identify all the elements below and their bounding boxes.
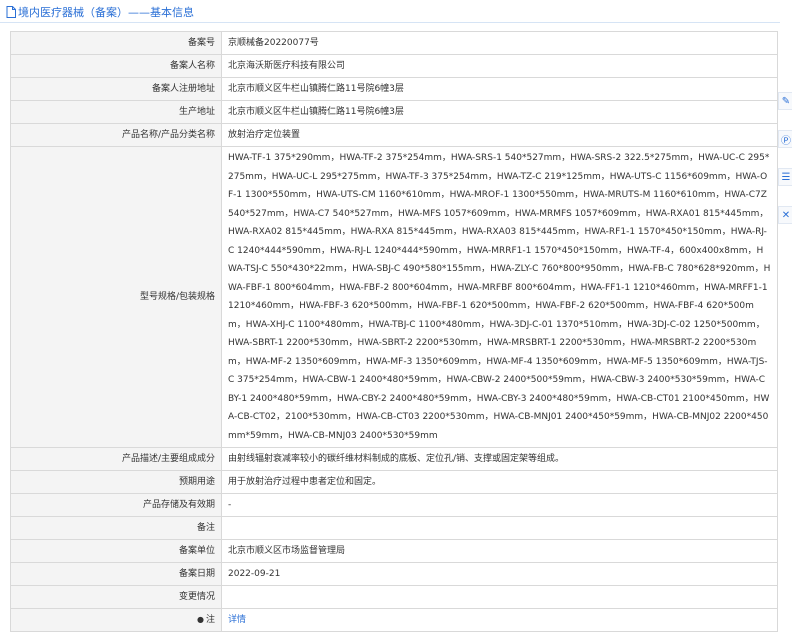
row-value: 由射线辐射衰减率较小的碳纤维材料制成的底板、定位孔/销、支撑或固定架等组成。 (221, 447, 778, 471)
row-label: 备注 (10, 516, 222, 540)
row-value: 北京市顺义区牛栏山镇腾仁路11号院6幢3层 (221, 77, 778, 101)
table-row: 型号规格/包装规格 HWA-TF-1 375*290mm，HWA-TF-2 37… (10, 146, 778, 448)
table-row: 变更情况 (10, 585, 778, 609)
model-spec-value: HWA-TF-1 375*290mm，HWA-TF-2 375*254mm，HW… (221, 146, 778, 448)
row-label: 备案号 (10, 31, 222, 55)
details-link[interactable]: 详情 (228, 615, 246, 625)
row-label: 变更情况 (10, 585, 222, 609)
row-label: 产品名称/产品分类名称 (10, 123, 222, 147)
header-divider (0, 22, 780, 23)
row-value: - (221, 493, 778, 517)
row-label: 注 (205, 615, 215, 625)
row-value: 京顺械备20220077号 (221, 31, 778, 55)
row-label: 产品描述/主要组成成分 (10, 447, 222, 471)
row-value (221, 585, 778, 609)
row-label: 备案日期 (10, 562, 222, 586)
row-value: 2022-09-21 (221, 562, 778, 586)
pin-icon: ● (197, 615, 204, 624)
table-row: ● 注 详情 (10, 608, 778, 632)
row-value: 北京市顺义区牛栏山镇腾仁路11号院6幢3层 (221, 100, 778, 124)
row-value: 放射治疗定位装置 (221, 123, 778, 147)
brand-icon[interactable]: Ⓟ (778, 130, 792, 148)
note-label-cell: ● 注 (10, 608, 222, 632)
side-toolbar: ✎ Ⓟ ☰ ✕ (778, 92, 792, 224)
row-label: 预期用途 (10, 470, 222, 494)
table-row: 备案人名称 北京海沃斯医疗科技有限公司 (10, 54, 778, 78)
row-label: 产品存储及有效期 (10, 493, 222, 517)
list-icon[interactable]: ☰ (778, 168, 792, 186)
document-icon (6, 6, 16, 18)
table-row: 产品描述/主要组成成分 由射线辐射衰减率较小的碳纤维材料制成的底板、定位孔/销、… (10, 447, 778, 471)
row-value: 详情 (221, 608, 778, 632)
table-row: 备案单位 北京市顺义区市场监督管理局 (10, 539, 778, 563)
row-value (221, 516, 778, 540)
edit-icon[interactable]: ✎ (778, 92, 792, 110)
row-label: 备案人注册地址 (10, 77, 222, 101)
row-label: 型号规格/包装规格 (10, 146, 222, 448)
info-table: 备案号 京顺械备20220077号 备案人名称 北京海沃斯医疗科技有限公司 备案… (10, 31, 778, 632)
row-value: 北京市顺义区市场监督管理局 (221, 539, 778, 563)
row-label: 备案人名称 (10, 54, 222, 78)
table-row: 生产地址 北京市顺义区牛栏山镇腾仁路11号院6幢3层 (10, 100, 778, 124)
row-value: 用于放射治疗过程中患者定位和固定。 (221, 470, 778, 494)
table-row: 备案号 京顺械备20220077号 (10, 31, 778, 55)
page-title: 境内医疗器械（备案）——基本信息 (18, 6, 194, 19)
table-row: 备案人注册地址 北京市顺义区牛栏山镇腾仁路11号院6幢3层 (10, 77, 778, 101)
table-row: 产品名称/产品分类名称 放射治疗定位装置 (10, 123, 778, 147)
table-row: 备注 (10, 516, 778, 540)
close-icon[interactable]: ✕ (778, 206, 792, 224)
table-row: 产品存储及有效期 - (10, 493, 778, 517)
row-value: 北京海沃斯医疗科技有限公司 (221, 54, 778, 78)
page-header: 境内医疗器械（备案）——基本信息 (6, 4, 194, 20)
table-row: 备案日期 2022-09-21 (10, 562, 778, 586)
row-label: 备案单位 (10, 539, 222, 563)
table-row: 预期用途 用于放射治疗过程中患者定位和固定。 (10, 470, 778, 494)
row-label: 生产地址 (10, 100, 222, 124)
